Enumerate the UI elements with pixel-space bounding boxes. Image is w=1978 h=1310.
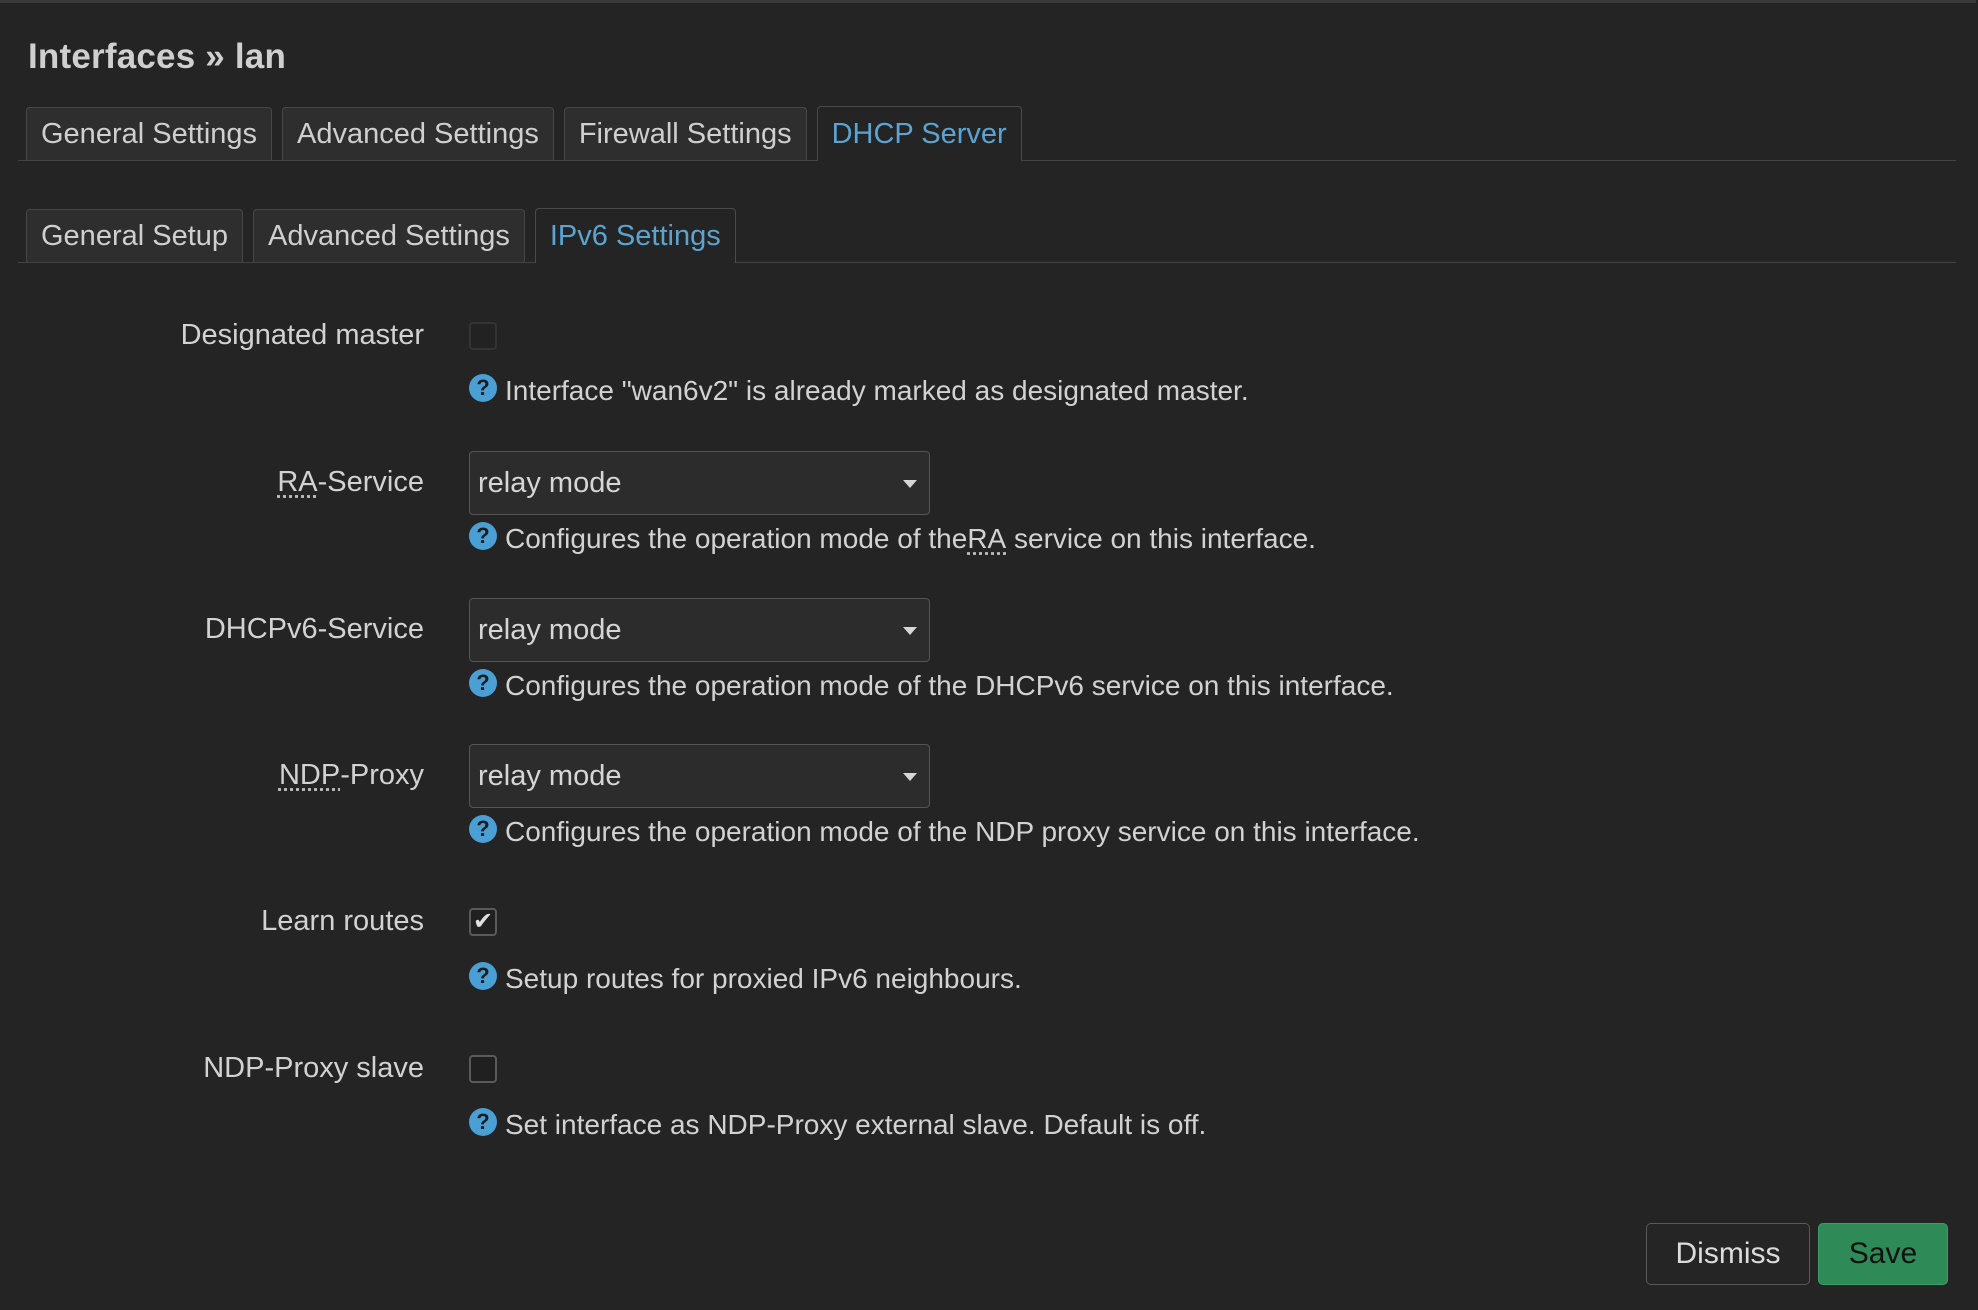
subtab-ipv6-settings[interactable]: IPv6 Settings	[534, 208, 736, 263]
ndp-proxy-slave-checkbox[interactable]	[469, 1055, 497, 1083]
dhcpv6-service-label: DHCPv6-Service	[204, 613, 424, 645]
tab-dhcp-server[interactable]: DHCP Server	[816, 106, 1022, 161]
caret-down-icon	[903, 627, 917, 635]
tab-firewall-settings[interactable]: Firewall Settings	[563, 107, 807, 160]
ndp-proxy-slave-label: NDP-Proxy slave	[203, 1052, 424, 1084]
ndp-proxy-label-rest: -Proxy	[340, 759, 424, 791]
ndp-proxy-select[interactable]: relay mode	[469, 744, 930, 808]
question-circle-icon: ?	[469, 1108, 497, 1136]
dismiss-button[interactable]: Dismiss	[1646, 1223, 1810, 1285]
question-circle-icon: ?	[469, 669, 497, 697]
question-circle-icon: ?	[469, 815, 497, 843]
subtab-general-setup[interactable]: General Setup	[26, 209, 244, 262]
main-tabbar: General Settings Advanced Settings Firew…	[18, 106, 1956, 161]
designated-master-label: Designated master	[180, 319, 424, 351]
ra-service-help: ? Configures the operation mode of the R…	[469, 522, 1316, 555]
ra-help-abbr: RA	[967, 523, 1007, 554]
learn-routes-help: ? Setup routes for proxied IPv6 neighbou…	[469, 962, 1022, 995]
ndp-proxy-help: ? Configures the operation mode of the N…	[469, 815, 1420, 848]
ndp-proxy-slave-help: ? Set interface as NDP-Proxy external sl…	[469, 1108, 1207, 1141]
help-text: Configures the operation mode of the DHC…	[505, 670, 1394, 701]
help-text: Setup routes for proxied IPv6 neighbours…	[505, 963, 1022, 994]
learn-routes-checkbox[interactable]: ✔	[469, 908, 497, 936]
question-circle-icon: ?	[469, 962, 497, 990]
designated-master-checkbox[interactable]	[469, 322, 497, 350]
ndp-abbr: NDP	[278, 759, 341, 791]
dhcpv6-service-help: ? Configures the operation mode of the D…	[469, 669, 1394, 702]
ra-service-value: relay mode	[478, 466, 622, 499]
caret-down-icon	[903, 773, 917, 781]
save-button[interactable]: Save	[1818, 1223, 1948, 1285]
page-title: Interfaces » lan	[28, 37, 287, 76]
caret-down-icon	[903, 480, 917, 488]
learn-routes-label: Learn routes	[261, 905, 424, 937]
tab-general-settings[interactable]: General Settings	[26, 107, 273, 160]
question-circle-icon: ?	[469, 374, 497, 402]
ndp-proxy-value: relay mode	[478, 759, 622, 792]
ra-service-label-rest: -Service	[317, 466, 424, 498]
help-text: Set interface as NDP-Proxy external slav…	[505, 1109, 1207, 1140]
ndp-proxy-label: NDP-Proxy	[279, 759, 424, 792]
question-circle-icon: ?	[469, 522, 497, 550]
dialog-frame: Interfaces » lan General Settings Advanc…	[0, 0, 1976, 1308]
help-text: Interface "wan6v2" is already marked as …	[505, 375, 1249, 406]
dhcp-subtabbar: General Setup Advanced Settings IPv6 Set…	[18, 208, 1956, 263]
ra-service-label: RA-Service	[277, 466, 424, 499]
help-text-pre: Configures the operation mode of the	[505, 523, 968, 554]
help-text: Configures the operation mode of the NDP…	[505, 816, 1420, 847]
ra-abbr: RA	[277, 466, 318, 498]
dhcpv6-service-value: relay mode	[478, 613, 622, 646]
designated-master-help: ? Interface "wan6v2" is already marked a…	[469, 374, 1249, 407]
ra-service-select[interactable]: relay mode	[469, 451, 930, 515]
dhcpv6-service-select[interactable]: relay mode	[469, 598, 930, 662]
help-text-post: service on this interface.	[1006, 523, 1316, 554]
checkmark-icon: ✔	[472, 908, 494, 935]
tab-advanced-settings[interactable]: Advanced Settings	[282, 107, 554, 160]
subtab-advanced-settings[interactable]: Advanced Settings	[253, 209, 525, 262]
